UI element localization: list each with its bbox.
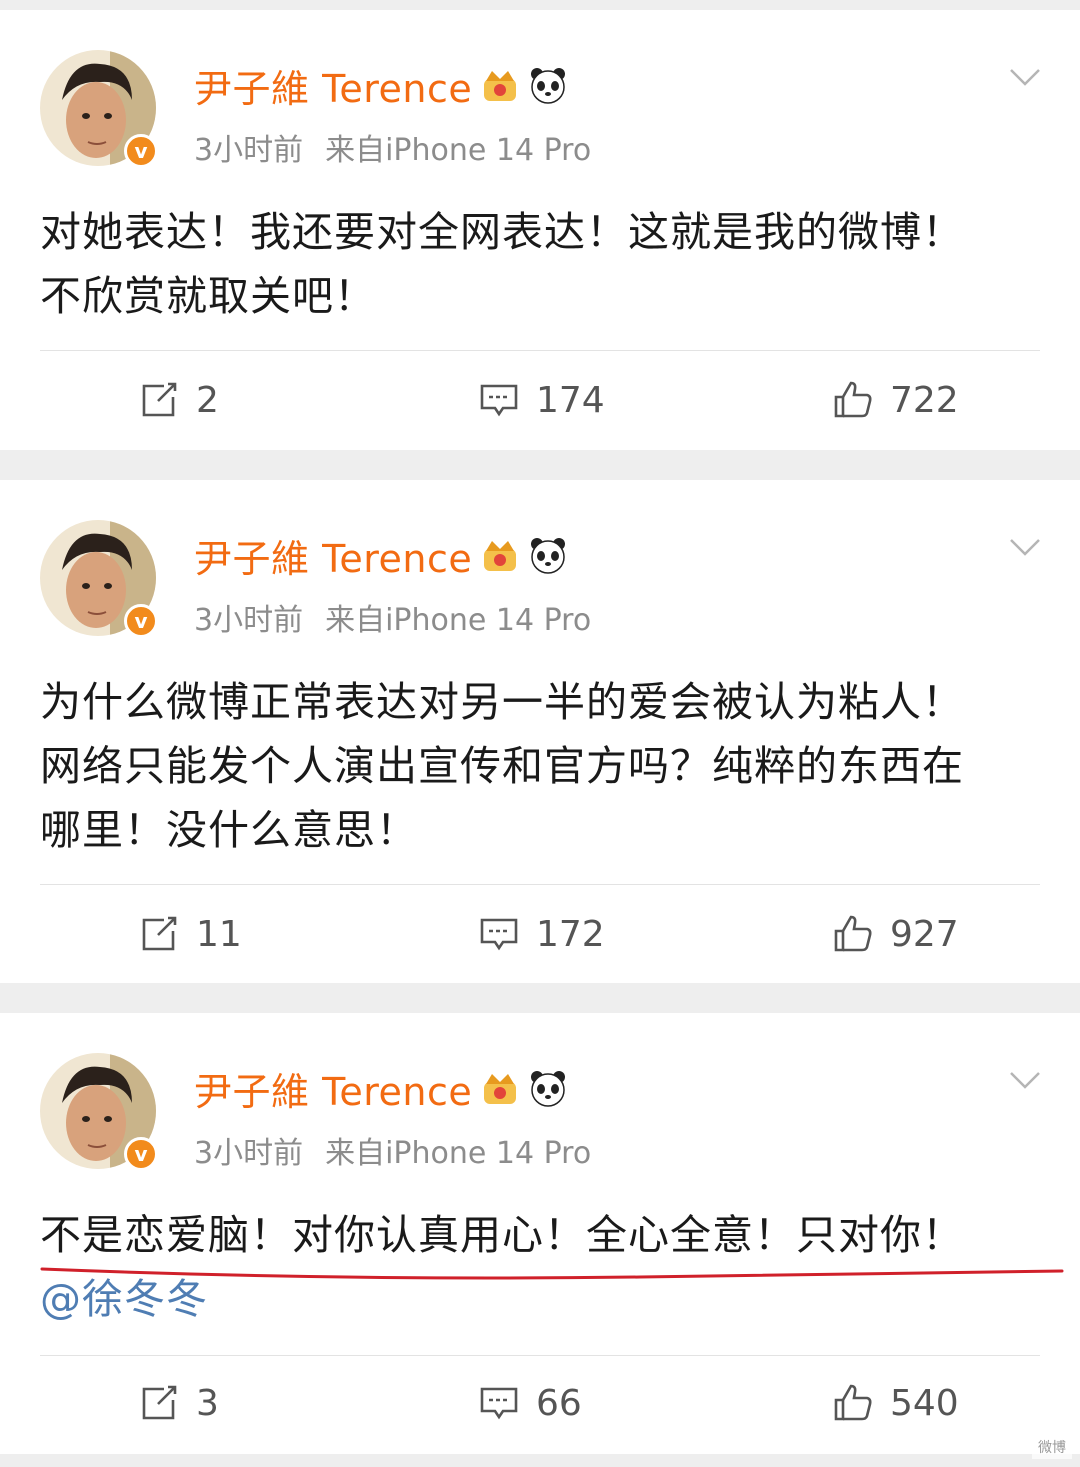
post-text-line: 对她表达！我还要对全网表达！这就是我的微博！ — [40, 208, 964, 256]
comment-icon — [480, 1387, 518, 1420]
verified-v-badge-icon: v — [124, 1137, 158, 1171]
author-name[interactable]: 尹子維 Terence — [194, 58, 472, 113]
comment-count: 172 — [536, 913, 605, 955]
repost-icon — [142, 382, 177, 417]
post-meta: 3小时前 来自iPhone 14 Pro — [194, 1128, 591, 1172]
post-card[interactable]: v 尹子維 Terence 3小时前 来自iPhone 14 Pro 为什么微博正… — [0, 480, 1080, 983]
comment-button[interactable]: 66 — [478, 1373, 582, 1433]
author-name[interactable]: 尹子維 Terence — [194, 1061, 472, 1116]
comment-count: 66 — [536, 1382, 582, 1424]
post-time: 3小时前 — [194, 133, 304, 168]
repost-button[interactable]: 3 — [138, 1373, 219, 1433]
verified-v-badge-icon: v — [124, 604, 158, 638]
post-text: 为什么微博正常表达对另一半的爱会被认为粘人！ 网络只能发个人演出宣传和官方吗？纯… — [40, 670, 1040, 862]
post-text-line: 哪里！没什么意思！ — [40, 806, 418, 854]
post-text-line: 不是恋爱脑！对你认真用心！全心全意！只对你！ — [40, 1211, 964, 1259]
watermark: 微博 — [1032, 1435, 1072, 1459]
repost-count: 2 — [196, 379, 219, 421]
thumbs-up-icon — [834, 915, 872, 952]
comment-icon — [480, 918, 518, 951]
divider — [40, 884, 1040, 885]
repost-button[interactable]: 2 — [138, 370, 219, 430]
repost-button[interactable]: 11 — [138, 904, 242, 964]
crown-badge-icon — [484, 541, 517, 571]
action-bar: 2 174 722 — [0, 370, 1080, 430]
red-annotation-underline — [40, 1267, 1064, 1280]
avatar[interactable]: v — [40, 50, 158, 168]
repost-icon — [142, 1385, 177, 1420]
post-source: 来自iPhone 14 Pro — [325, 133, 592, 168]
post-meta: 3小时前 来自iPhone 14 Pro — [194, 595, 591, 639]
post-card[interactable]: v 尹子維 Terence 3小时前 来自iPhone 14 Pro 不是恋爱脑！… — [0, 1013, 1080, 1454]
avatar[interactable]: v — [40, 520, 158, 638]
comment-button[interactable]: 174 — [478, 370, 605, 430]
thumbs-up-icon — [834, 1384, 872, 1421]
comment-button[interactable]: 172 — [478, 904, 605, 964]
comment-count: 174 — [536, 379, 605, 421]
post-text-line: 为什么微博正常表达对另一半的爱会被认为粘人！ — [40, 678, 964, 726]
post-time: 3小时前 — [194, 603, 304, 638]
panda-icon — [531, 68, 566, 104]
verified-v-badge-icon: v — [124, 134, 158, 168]
divider — [40, 350, 1040, 351]
comment-icon — [480, 384, 518, 417]
post-text: 对她表达！我还要对全网表达！这就是我的微博！ 不欣赏就取关吧！ — [40, 200, 1040, 328]
crown-badge-icon — [484, 71, 517, 101]
divider — [40, 1355, 1040, 1356]
panda-icon — [531, 1071, 566, 1107]
repost-count: 3 — [196, 1382, 219, 1424]
action-bar: 11 172 927 — [0, 904, 1080, 964]
repost-count: 11 — [196, 913, 242, 955]
thumbs-up-icon — [834, 381, 872, 418]
like-count: 540 — [890, 1382, 959, 1424]
like-button[interactable]: 927 — [832, 904, 959, 964]
chevron-down-icon[interactable] — [1008, 60, 1042, 94]
post-card[interactable]: v 尹子維 Terence 3小时前 来自iPhone 14 Pro 对她表达！我… — [0, 10, 1080, 450]
panda-icon — [531, 538, 566, 574]
like-count: 722 — [890, 379, 959, 421]
like-count: 927 — [890, 913, 959, 955]
like-button[interactable]: 722 — [832, 370, 959, 430]
repost-icon — [142, 916, 177, 951]
post-source: 来自iPhone 14 Pro — [325, 1136, 592, 1171]
post-source: 来自iPhone 14 Pro — [325, 603, 592, 638]
post-text-line: 不欣赏就取关吧！ — [40, 272, 376, 320]
author-name[interactable]: 尹子維 Terence — [194, 528, 472, 583]
post-text-line: 网络只能发个人演出宣传和官方吗？纯粹的东西在 — [40, 742, 964, 790]
post-time: 3小时前 — [194, 1136, 304, 1171]
action-bar: 3 66 540 — [0, 1373, 1080, 1433]
avatar[interactable]: v — [40, 1053, 158, 1171]
chevron-down-icon[interactable] — [1008, 530, 1042, 564]
post-meta: 3小时前 来自iPhone 14 Pro — [194, 125, 591, 169]
like-button[interactable]: 540 — [832, 1373, 959, 1433]
crown-badge-icon — [484, 1074, 517, 1104]
chevron-down-icon[interactable] — [1008, 1063, 1042, 1097]
